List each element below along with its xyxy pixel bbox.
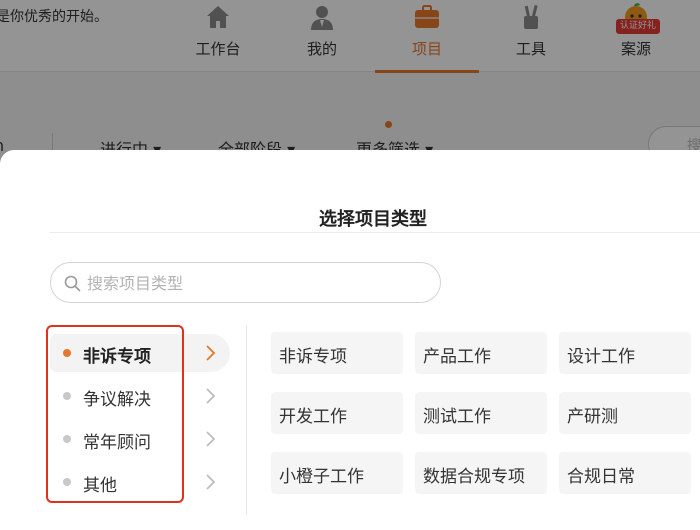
chevron-right-icon [206,431,216,447]
category-item-dispute-resolution[interactable]: 争议解决 [50,377,230,415]
project-type-modal: 选择项目类型 非诉专项 争议解决 常年顾问 其他 [0,150,700,530]
type-option[interactable]: 开发工作 [271,392,403,434]
type-option[interactable]: 测试工作 [415,392,547,434]
category-item-retainer[interactable]: 常年顾问 [50,420,230,458]
type-option[interactable]: 数据合规专项 [415,452,547,494]
search-input[interactable] [87,269,427,297]
category-item-non-litigation[interactable]: 非诉专项 [50,334,230,372]
category-item-other[interactable]: 其他 [50,463,230,501]
category-label: 争议解决 [83,390,151,410]
type-option[interactable]: 产研测 [559,392,691,434]
type-option[interactable]: 小橙子工作 [271,452,403,494]
modal-title: 选择项目类型 [319,209,427,230]
search-icon [64,275,81,292]
chevron-right-icon [206,345,216,361]
inactive-dot [63,392,71,400]
inactive-dot [63,478,71,486]
project-type-search[interactable] [50,262,441,303]
type-option[interactable]: 非诉专项 [271,332,403,374]
active-dot [63,349,71,357]
modal-divider [50,232,700,233]
inactive-dot [63,435,71,443]
category-label: 常年顾问 [83,433,151,453]
type-option[interactable]: 设计工作 [559,332,691,374]
chevron-right-icon [206,474,216,490]
category-label: 其他 [83,476,117,496]
column-divider [246,325,247,515]
category-label: 非诉专项 [83,347,151,367]
type-option[interactable]: 合规日常 [559,452,691,494]
chevron-right-icon [206,388,216,404]
type-option[interactable]: 产品工作 [415,332,547,374]
